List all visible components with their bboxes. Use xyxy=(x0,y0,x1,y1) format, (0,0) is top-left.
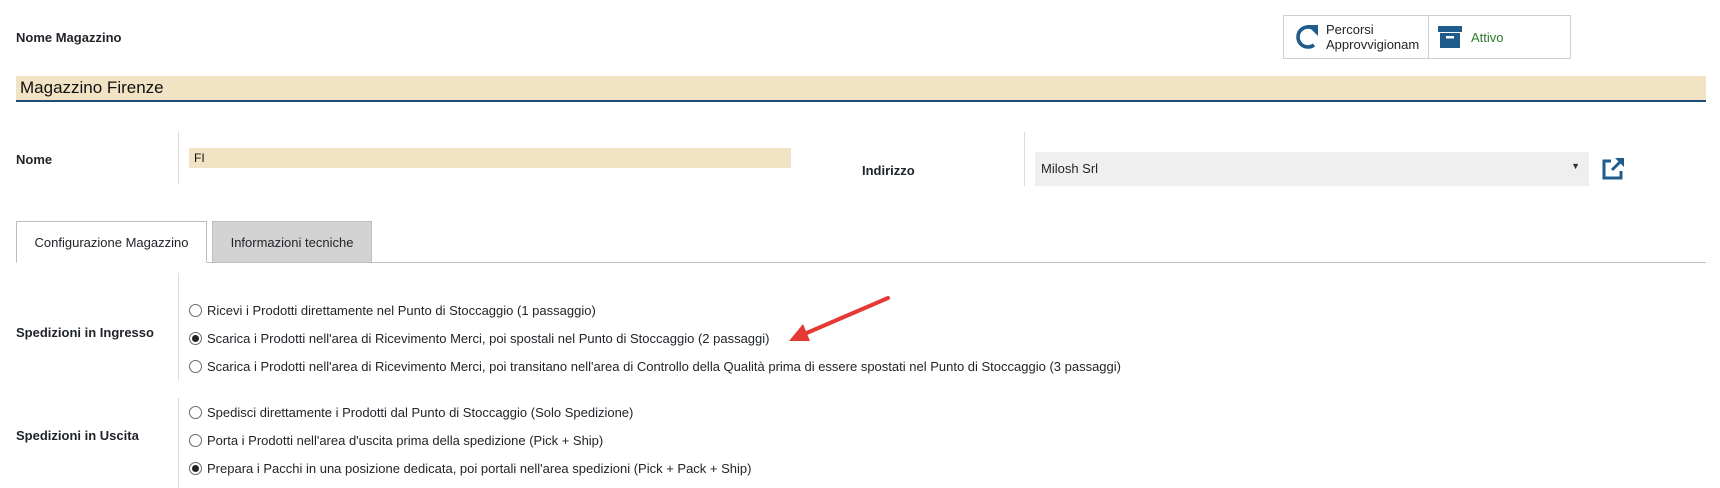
tab-warehouse-configuration[interactable]: Configurazione Magazzino xyxy=(16,221,207,263)
routes-label-line2: Approvvigionam xyxy=(1326,37,1420,52)
option-label: Scarica i Prodotti nell'area di Ricevime… xyxy=(207,359,1121,374)
address-value: Milosh Srl xyxy=(1041,161,1099,176)
archive-icon xyxy=(1437,25,1463,49)
incoming-option-3-steps[interactable]: Scarica i Prodotti nell'area di Ricevime… xyxy=(189,359,1121,374)
routes-label-line1: Percorsi xyxy=(1326,22,1374,37)
incoming-option-1-step[interactable]: Ricevi i Prodotti direttamente nel Punto… xyxy=(189,303,596,318)
section-divider xyxy=(178,398,179,488)
incoming-option-2-steps[interactable]: Scarica i Prodotti nell'area di Ricevime… xyxy=(189,331,770,346)
radio-button[interactable] xyxy=(189,360,202,373)
radio-button[interactable] xyxy=(189,462,202,475)
option-label: Scarica i Prodotti nell'area di Ricevime… xyxy=(207,331,770,346)
outgoing-shipments-label: Spedizioni in Uscita xyxy=(16,428,139,443)
option-label: Porta i Prodotti nell'area d'uscita prim… xyxy=(207,433,604,448)
option-label: Ricevi i Prodotti direttamente nel Punto… xyxy=(207,303,596,318)
incoming-shipments-label: Spedizioni in Ingresso xyxy=(16,325,154,340)
option-label: Spedisci direttamente i Prodotti dal Pun… xyxy=(207,405,634,420)
active-toggle-button[interactable]: Attivo xyxy=(1428,16,1570,58)
address-label: Indirizzo xyxy=(862,163,915,178)
radio-button[interactable] xyxy=(189,304,202,317)
warehouse-name-label: Nome Magazzino xyxy=(16,30,122,45)
section-divider xyxy=(178,273,179,381)
active-label: Attivo xyxy=(1471,29,1504,45)
field-divider xyxy=(178,132,179,184)
field-divider xyxy=(1024,132,1025,186)
annotation-arrow-icon xyxy=(789,296,890,341)
radio-button[interactable] xyxy=(189,406,202,419)
warehouse-name-input[interactable] xyxy=(16,76,1706,102)
outgoing-option-pick-ship[interactable]: Porta i Prodotti nell'area d'uscita prim… xyxy=(189,433,603,448)
address-select[interactable]: Milosh Srl ▼ xyxy=(1035,152,1589,186)
radio-button[interactable] xyxy=(189,332,202,345)
routes-button[interactable]: Percorsi Approvvigionam xyxy=(1284,16,1428,58)
short-name-input[interactable] xyxy=(189,148,791,168)
outgoing-option-ship-only[interactable]: Spedisci direttamente i Prodotti dal Pun… xyxy=(189,405,633,420)
caret-down-icon: ▼ xyxy=(1571,161,1580,171)
external-link-icon[interactable] xyxy=(1600,156,1626,182)
radio-button[interactable] xyxy=(189,434,202,447)
tab-technical-info[interactable]: Informazioni tecniche xyxy=(212,221,372,263)
short-name-label: Nome xyxy=(16,152,53,167)
refresh-icon xyxy=(1292,22,1320,52)
smart-buttons: Percorsi Approvvigionam Attivo xyxy=(1283,15,1571,59)
outgoing-option-pick-pack-ship[interactable]: Prepara i Pacchi in una posizione dedica… xyxy=(189,461,751,476)
option-label: Prepara i Pacchi in una posizione dedica… xyxy=(207,461,752,476)
